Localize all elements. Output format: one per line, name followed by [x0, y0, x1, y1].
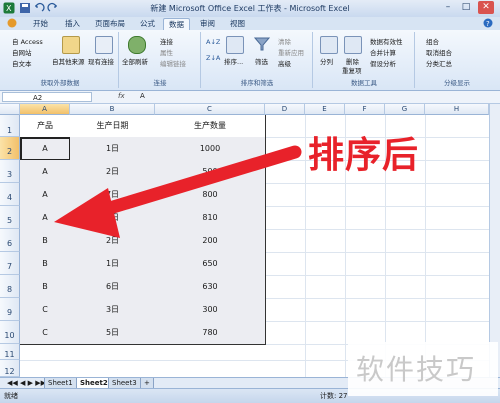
watermark-text: 软件技巧 — [356, 353, 477, 386]
arrow-shaft — [83, 145, 302, 221]
annotation-label: 排序后 — [308, 135, 420, 176]
arrow-head — [54, 188, 120, 238]
watermark: 软件技巧 — [348, 342, 498, 396]
